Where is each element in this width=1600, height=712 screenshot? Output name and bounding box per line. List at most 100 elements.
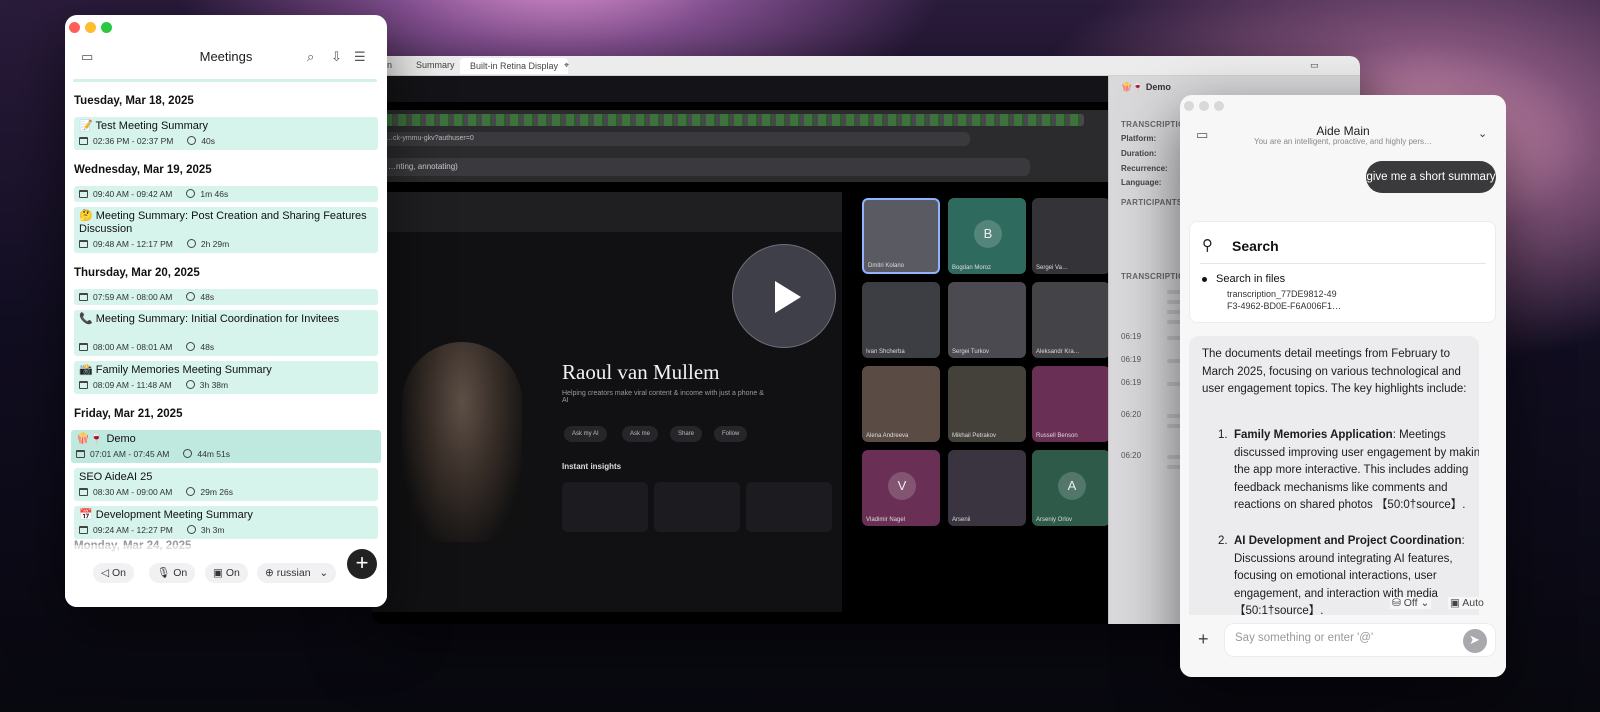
assistant-message: The documents detail meetings from Febru…	[1189, 336, 1479, 626]
message-input[interactable]	[1235, 632, 1445, 644]
participant-tile[interactable]: Arsenii	[948, 450, 1026, 526]
list-icon[interactable]: ☰	[354, 49, 366, 65]
participant-avatar: A	[1058, 472, 1086, 500]
participant-name: Arsenii	[952, 517, 971, 523]
meeting-item[interactable]: 09:40 AM - 09:42 AM 1m 46s	[74, 186, 378, 202]
tab-retina-display[interactable]: Built-in Retina Display	[460, 58, 569, 74]
chevron-down-icon: ⌄	[1417, 597, 1430, 609]
participant-tile[interactable]: Ivan Shcherba	[862, 282, 940, 358]
search-mode-value: Off	[1403, 597, 1418, 609]
speaker-icon: ◁	[101, 567, 112, 579]
participant-name: Alena Andreeva	[866, 433, 909, 439]
answer-item-text: : Meetings discussed improving user enga…	[1234, 429, 1479, 511]
microphone-toggle[interactable]: 🎙 On	[149, 563, 196, 583]
answer-item: 2. AI Development and Project Coordinati…	[1218, 533, 1479, 621]
minimize-window-button[interactable]	[85, 22, 96, 33]
meeting-meta: 09:40 AM - 09:42 AM 1m 46s	[79, 189, 228, 199]
captured-browser-chrome: …ck-ymmu-gkv?authuser=0 …nting, annotati…	[372, 110, 1108, 182]
clock-icon	[187, 136, 197, 145]
transcript-time[interactable]: 06:19	[1121, 355, 1141, 364]
participant-tile[interactable]: A Arseniy Orlov	[1032, 450, 1110, 526]
microphone-icon: 🎙	[157, 567, 174, 579]
participant-tile[interactable]: Mikhail Petrakov	[948, 366, 1026, 442]
send-icon: ➤	[1469, 632, 1480, 647]
meeting-item[interactable]: 07:59 AM - 08:00 AM 48s	[74, 289, 378, 305]
file-name-line: F3-4962-BD0E-F6A006F1…	[1227, 301, 1342, 311]
search-mode-toggle[interactable]: ⛁ Off ⌄	[1390, 597, 1432, 609]
import-icon[interactable]: ⇩	[331, 49, 342, 65]
panel-language-row: Language:	[1121, 178, 1162, 187]
participant-tile[interactable]: Sergei Va…	[1032, 198, 1110, 274]
meeting-duration: 1m 46s	[200, 189, 229, 199]
participant-name: Ivan Shcherba	[866, 349, 905, 355]
zoom-window-button[interactable]	[101, 22, 112, 33]
participant-tile[interactable]: Dmitri Kolano	[862, 198, 940, 274]
sidebar-toggle-icon[interactable]: ▭	[1310, 60, 1319, 71]
captured-host-subtitle: Helping creators make viral content & in…	[562, 390, 764, 404]
meeting-time: 09:40 AM - 09:42 AM	[93, 189, 173, 199]
tool-step: Search in files	[1216, 273, 1286, 285]
meeting-title: 🤔 Meeting Summary: Post Creation and Sha…	[79, 210, 367, 235]
speaker-toggle[interactable]: ◁ On	[93, 563, 135, 583]
attach-button[interactable]: +	[1198, 629, 1209, 650]
search-icon[interactable]: ⌕	[307, 49, 314, 65]
chat-subtitle: You are an intelligent, proactive, and h…	[1253, 137, 1433, 146]
transcript-time[interactable]: 06:20	[1121, 451, 1141, 460]
insight-card	[746, 482, 832, 532]
auto-mode-value: Auto	[1462, 597, 1484, 609]
play-button[interactable]	[732, 244, 836, 348]
presenter-silhouette	[402, 342, 522, 542]
search-tool-card[interactable]: ⚲ Search Search in files transcription_7…	[1189, 221, 1496, 323]
send-button[interactable]: ➤	[1463, 629, 1487, 653]
transcript-time[interactable]: 06:19	[1121, 332, 1141, 341]
zoom-window-button[interactable]	[1214, 101, 1224, 111]
captured-pill: Ask me	[622, 426, 659, 442]
meeting-item[interactable]: 🍿🍷 Demo 07:01 AM - 07:45 AM 44m 51s	[71, 430, 381, 463]
chevron-down-icon: ⌄	[313, 567, 329, 579]
meeting-item[interactable]: 📸 Family Memories Meeting Summary 08:09 A…	[74, 361, 378, 394]
add-meeting-button[interactable]: +	[347, 549, 377, 579]
tab-summary[interactable]: Summary	[416, 60, 455, 70]
meeting-time: 08:00 AM - 08:01 AM	[93, 342, 173, 352]
meeting-duration: 29m 26s	[200, 487, 233, 497]
meeting-meta: 09:24 AM - 12:27 PM 3h 3m	[79, 525, 224, 535]
message-input-box[interactable]: ➤	[1224, 623, 1496, 657]
chevron-down-icon[interactable]: ⌄	[1478, 127, 1487, 140]
answer-item-number: 2.	[1218, 535, 1228, 547]
auto-mode-toggle[interactable]: ▣ Auto	[1448, 597, 1486, 609]
participant-tile[interactable]: Russell Benson	[1032, 366, 1110, 442]
transcript-time[interactable]: 06:19	[1121, 378, 1141, 387]
answer-item-heading: Family Memories Application	[1234, 429, 1393, 441]
language-select[interactable]: ⊕ russian ⌄	[257, 563, 337, 583]
calendar-icon	[79, 526, 88, 534]
aide-chat-window: ▭ Aide Main You are an intelligent, proa…	[1180, 95, 1506, 677]
close-window-button[interactable]	[1184, 101, 1194, 111]
insight-card	[654, 482, 740, 532]
participant-tile[interactable]: B Bogdan Moroz	[948, 198, 1026, 274]
participant-name: Sergei Va…	[1036, 265, 1068, 271]
participant-tile[interactable]: Sergei Turkov	[948, 282, 1026, 358]
participant-name: Vladimir Nagel	[866, 517, 906, 523]
participant-tile[interactable]: V Vladimir Nagel	[862, 450, 940, 526]
captured-insights-label: Instant insights	[562, 462, 622, 471]
minimize-window-button[interactable]	[1199, 101, 1209, 111]
meeting-item[interactable]: 📞 Meeting Summary: Initial Coordination …	[74, 310, 378, 356]
meeting-title: 📞 Meeting Summary: Initial Coordination …	[79, 313, 340, 325]
meeting-time: 09:48 AM - 12:17 PM	[93, 239, 173, 249]
file-name-line: transcription_77DE9812-49	[1227, 289, 1337, 299]
video-area[interactable]: …ck-ymmu-gkv?authuser=0 …nting, annotati…	[372, 102, 1110, 624]
chat-title: Aide Main	[1316, 124, 1370, 138]
panel-duration-row: Duration:	[1121, 149, 1157, 158]
close-window-button[interactable]	[69, 22, 80, 33]
meeting-item[interactable]: 🤔 Meeting Summary: Post Creation and Sha…	[74, 207, 378, 253]
pin-icon[interactable]: ⌖	[564, 60, 569, 71]
meeting-item[interactable]: 📝 Test Meeting Summary 02:36 PM - 02:37 P…	[74, 117, 378, 150]
screen-capture-toggle[interactable]: ▣ On	[205, 563, 248, 583]
meeting-item[interactable]: 📅 Development Meeting Summary 09:24 AM - …	[74, 506, 378, 539]
meeting-item[interactable]: SEO AideAI 25 08:30 AM - 09:00 AM 29m 26s	[74, 468, 378, 501]
transcript-time[interactable]: 06:20	[1121, 410, 1141, 419]
participant-tile[interactable]: Alena Andreeva	[862, 366, 940, 442]
participant-name: Bogdan Moroz	[952, 265, 992, 271]
participant-tile[interactable]: Aleksandr Kra…	[1032, 282, 1110, 358]
answer-item-number: 1.	[1218, 429, 1228, 441]
